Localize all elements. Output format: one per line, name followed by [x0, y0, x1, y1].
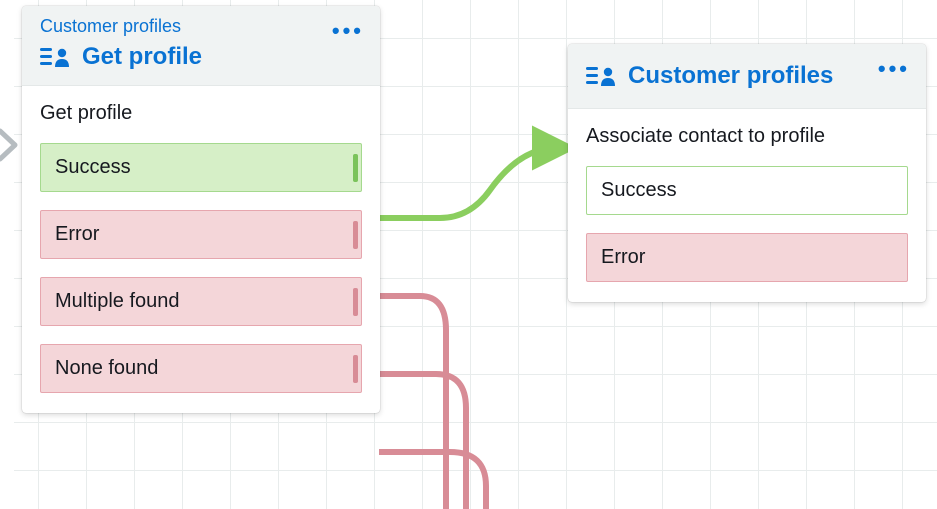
block-header[interactable]: Customer profiles Get profile •••	[22, 6, 380, 86]
output-port-icon[interactable]	[353, 288, 363, 316]
block-menu-button[interactable]: •••	[878, 56, 910, 82]
profile-list-icon	[40, 45, 70, 69]
block-customer-profiles[interactable]: Customer profiles ••• Associate contact …	[568, 44, 926, 302]
output-port-icon[interactable]	[353, 154, 363, 182]
output-port-icon[interactable]	[353, 221, 363, 249]
branch-none-found[interactable]: None found	[40, 344, 362, 393]
branch-label: Success	[55, 156, 131, 178]
block-title: Get profile	[82, 43, 202, 71]
branch-error[interactable]: Error	[586, 233, 908, 282]
block-title: Customer profiles	[628, 62, 833, 90]
profile-list-icon	[586, 64, 616, 88]
flow-entry-chevron-icon	[0, 126, 24, 164]
block-header[interactable]: Customer profiles •••	[568, 44, 926, 109]
block-action-label: Associate contact to profile	[586, 125, 908, 148]
block-get-profile[interactable]: Customer profiles Get profile ••• Get pr…	[22, 6, 380, 413]
output-port-icon[interactable]	[353, 355, 363, 383]
branch-label: Error	[601, 246, 645, 268]
branch-label: Error	[55, 223, 99, 245]
grid-edge-mask	[0, 0, 14, 509]
block-menu-button[interactable]: •••	[332, 18, 364, 44]
branch-label: Multiple found	[55, 290, 180, 312]
branch-label: None found	[55, 357, 158, 379]
branch-success[interactable]: Success	[586, 166, 908, 215]
branch-multiple-found[interactable]: Multiple found	[40, 277, 362, 326]
branch-label: Success	[601, 179, 677, 201]
block-body: Get profile Success Error Multiple found…	[22, 86, 380, 413]
block-category: Customer profiles	[40, 16, 362, 37]
branch-error[interactable]: Error	[40, 210, 362, 259]
block-action-label: Get profile	[40, 102, 362, 125]
block-body: Associate contact to profile Success Err…	[568, 109, 926, 302]
branch-success[interactable]: Success	[40, 143, 362, 192]
